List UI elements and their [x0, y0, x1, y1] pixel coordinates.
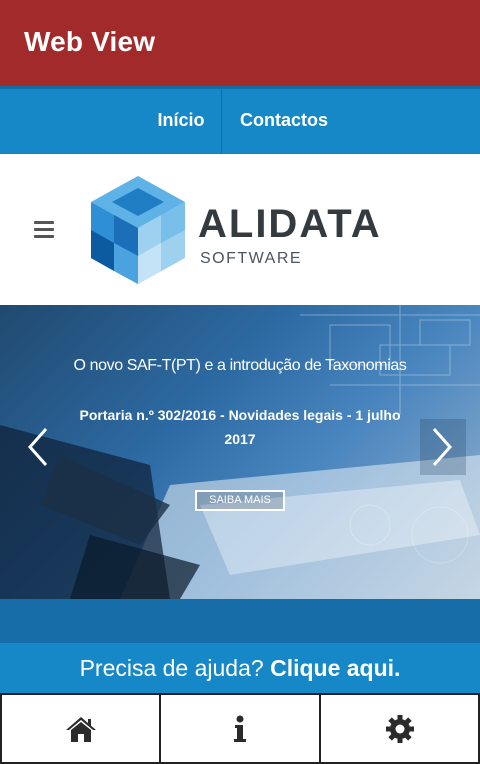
logo-subtitle: SOFTWARE: [200, 250, 303, 267]
logo-cube-icon: [91, 176, 185, 284]
logo-name: ALIDATA: [198, 202, 382, 246]
top-nav: Início Contactos: [0, 86, 480, 154]
hero-subtitle: Portaria n.º 302/2016 - Novidades legais…: [79, 407, 401, 447]
app-title: Web View: [24, 26, 156, 57]
chevron-left-icon[interactable]: [14, 419, 60, 475]
tab-info[interactable]: [159, 693, 321, 764]
help-link[interactable]: Clique aqui.: [270, 655, 400, 681]
help-banner: Precisa de ajuda? Clique aqui.: [0, 643, 480, 693]
app-bar: Web View: [0, 0, 480, 86]
chevron-right-icon[interactable]: [420, 419, 466, 475]
site-header: ALIDATA SOFTWARE: [0, 154, 480, 305]
nav-item-inicio[interactable]: Início: [141, 89, 221, 154]
info-icon: [234, 715, 246, 742]
tab-home[interactable]: [0, 693, 161, 764]
home-icon: [65, 716, 96, 742]
saiba-mais-button[interactable]: SAIBA MAIS: [195, 490, 285, 511]
hero-background-image: [0, 305, 480, 599]
tab-settings[interactable]: [319, 693, 480, 764]
hero-carousel: O novo SAF-T(PT) e a introdução de Taxon…: [0, 305, 480, 599]
gear-icon: [385, 714, 414, 743]
bottom-tab-bar: [0, 693, 480, 764]
hero-title: O novo SAF-T(PT) e a introdução de Taxon…: [73, 357, 407, 374]
nav-item-contactos[interactable]: Contactos: [222, 89, 346, 154]
alidata-logo[interactable]: ALIDATA SOFTWARE: [88, 174, 380, 286]
help-text: Precisa de ajuda?: [79, 655, 264, 681]
hamburger-menu-icon[interactable]: [34, 221, 54, 238]
section-band: [0, 599, 480, 643]
